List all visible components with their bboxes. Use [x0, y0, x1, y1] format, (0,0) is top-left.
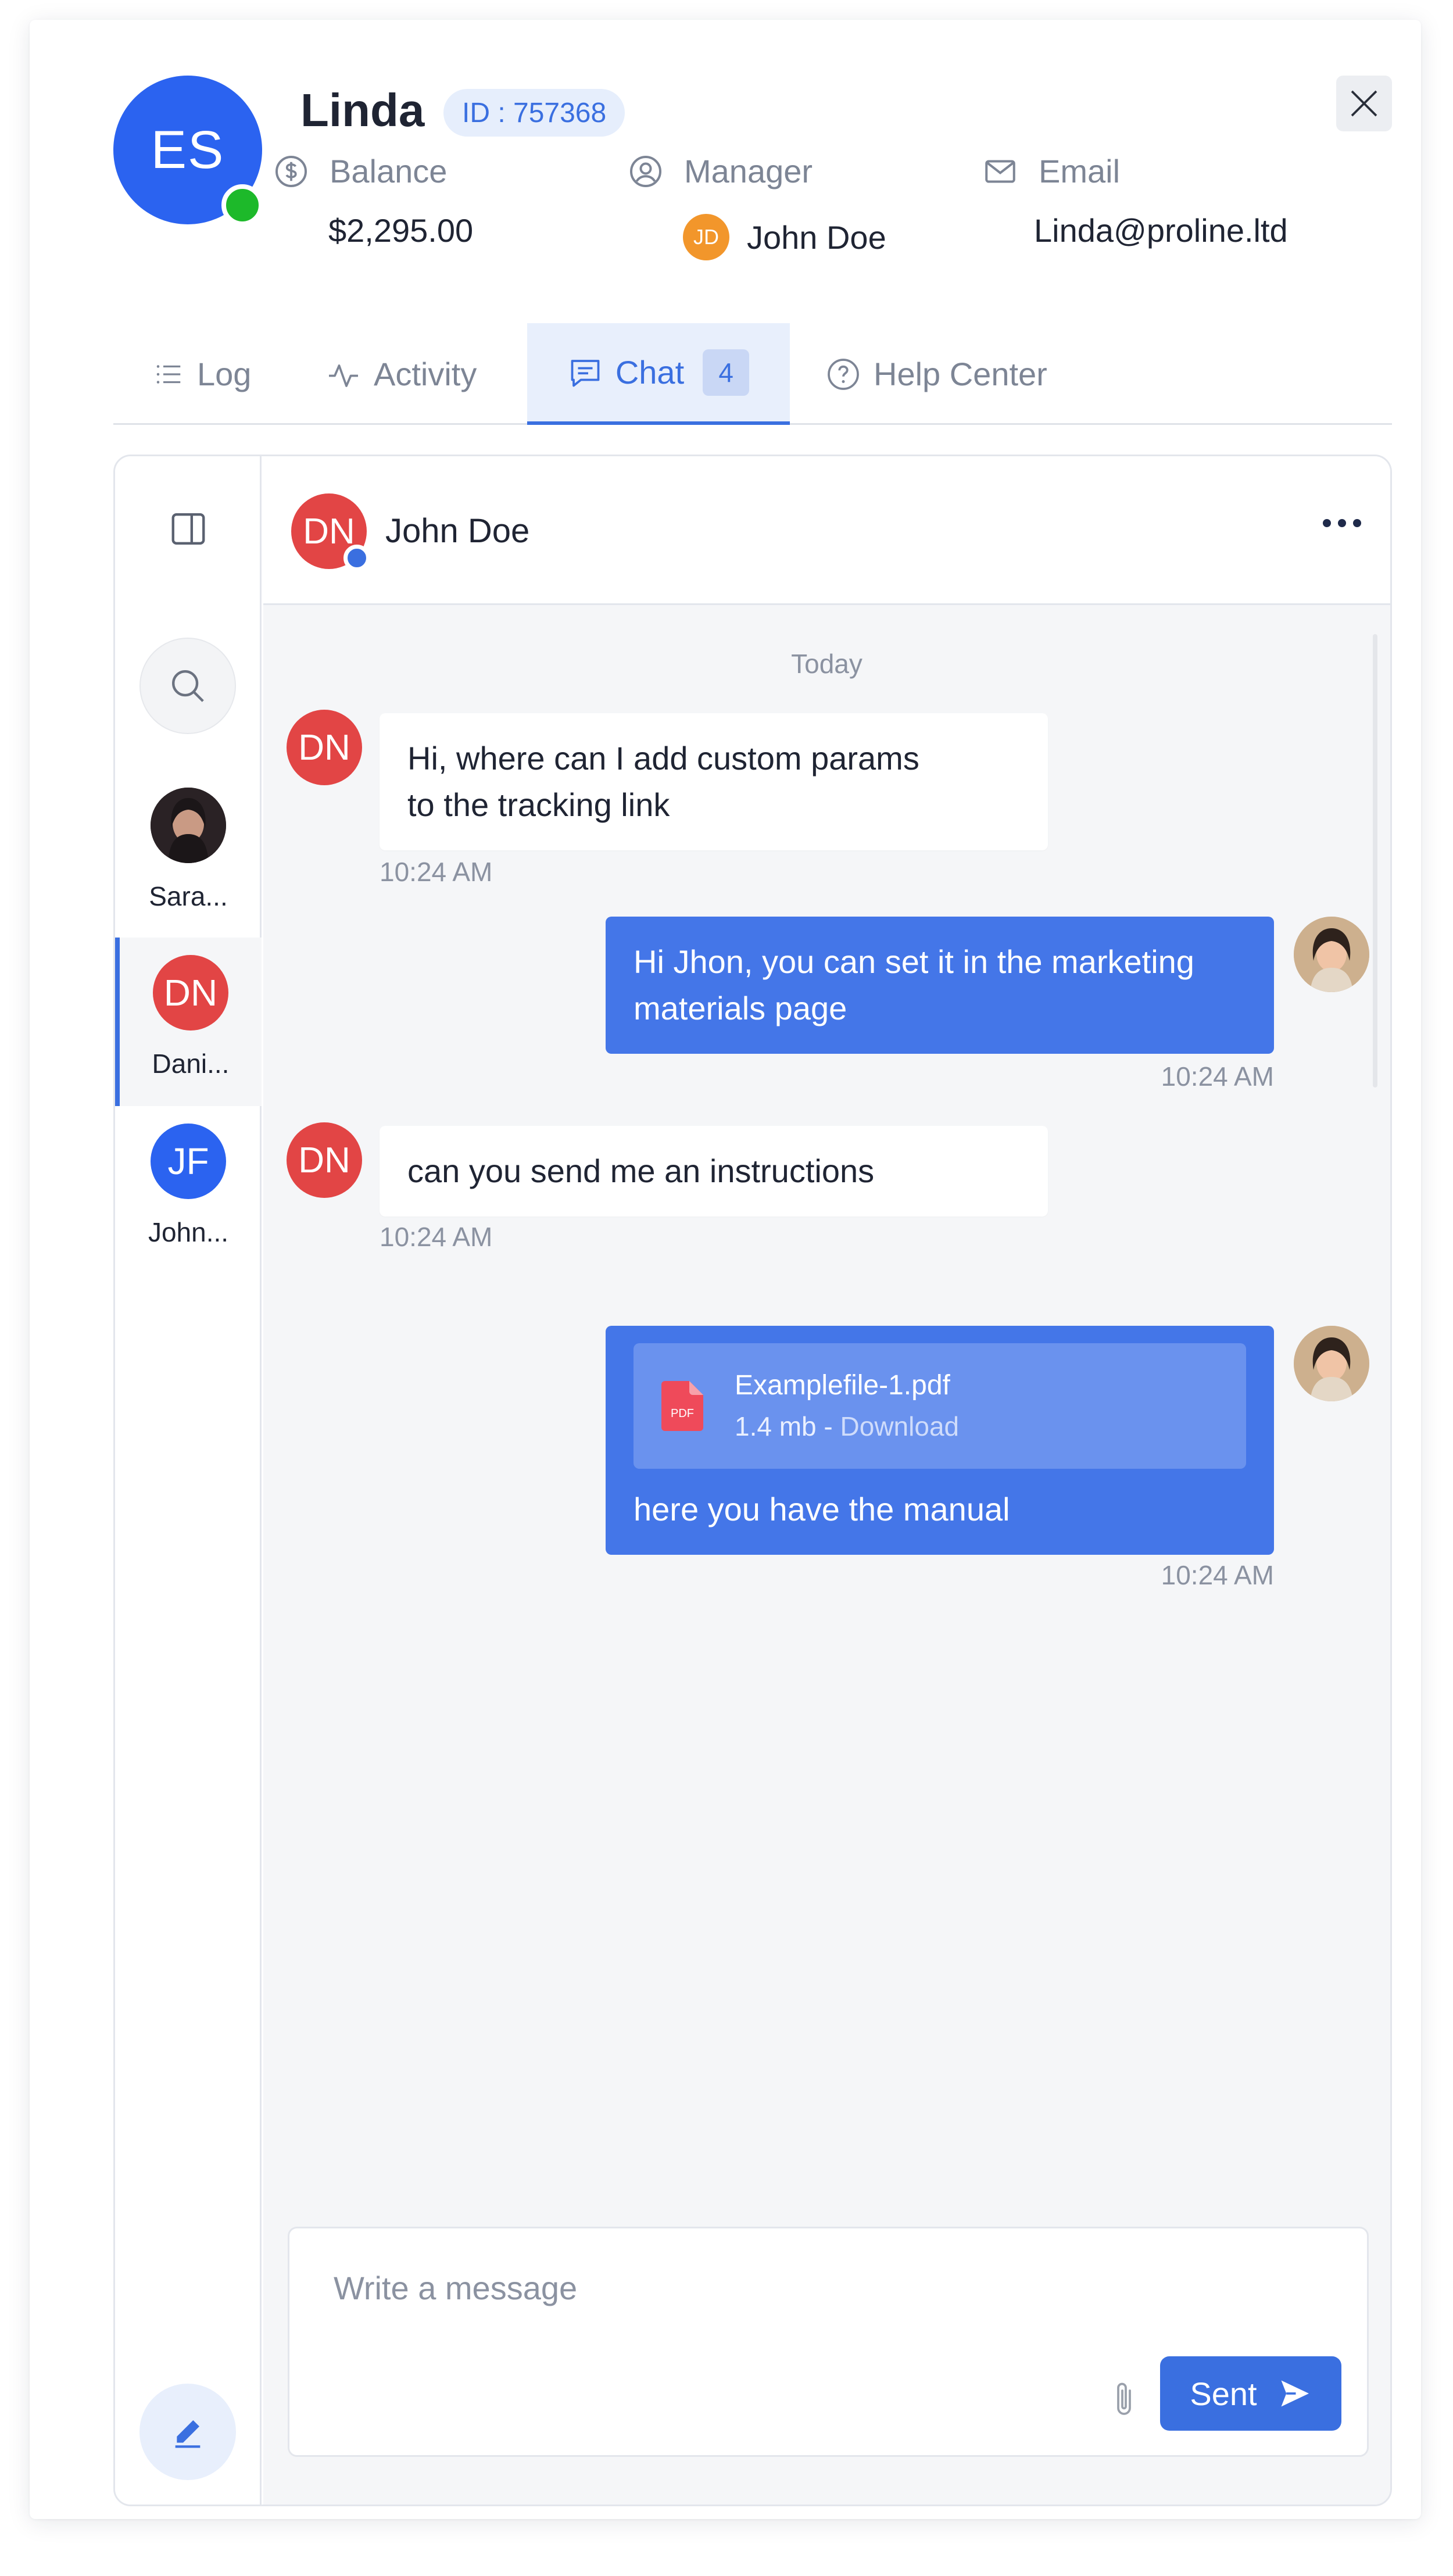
manager-name: John Doe	[747, 219, 886, 256]
message-text: Hi Jhon, you can set it in the marketing	[634, 943, 1194, 980]
message-input[interactable]	[334, 2269, 1147, 2307]
tab-help-center[interactable]: Help Center	[826, 323, 1047, 425]
manager-label: Manager	[684, 153, 813, 189]
attach-button[interactable]	[1107, 2378, 1141, 2423]
day-separator: Today	[791, 649, 863, 679]
manager-label-row: Manager	[628, 152, 813, 190]
agent-photo-avatar	[1294, 917, 1369, 992]
message-bubble-outgoing: Hi Jhon, you can set it in the marketing…	[606, 917, 1274, 1054]
pencil-icon	[175, 2420, 201, 2448]
toggle-sidebar-button[interactable]	[115, 509, 262, 549]
message-avatar: DN	[287, 710, 362, 785]
contact-item-john[interactable]: JF John...	[115, 1106, 262, 1275]
contact-item-sara[interactable]: Sara...	[115, 770, 262, 939]
dollar-circle-icon	[275, 155, 307, 187]
mail-icon	[985, 160, 1015, 183]
balance-value: $2,295.00	[328, 212, 474, 249]
user-id-badge: ID : 757368	[443, 89, 625, 137]
file-attachment[interactable]: PDF Examplefile-1.pdf 1.4 mb - Download	[634, 1343, 1246, 1469]
chat-count-badge: 4	[703, 349, 750, 396]
user-circle-icon	[630, 155, 661, 187]
file-meta-separator: -	[816, 1411, 840, 1441]
more-dot	[1323, 519, 1331, 527]
message-text: to the tracking link	[407, 786, 670, 823]
message-avatar: DN	[287, 1122, 362, 1198]
message-text: materials page	[634, 990, 847, 1026]
tab-activity-label: Activity	[374, 356, 477, 392]
message-bubble-outgoing: PDF Examplefile-1.pdf 1.4 mb - Download …	[606, 1326, 1274, 1555]
sidebar-toggle-icon	[171, 513, 205, 545]
conversation-online-dot	[343, 545, 370, 571]
message-bubble-incoming: can you send me an instructions	[380, 1126, 1048, 1217]
message-composer: Sent	[288, 2227, 1369, 2457]
user-avatar-initials: ES	[151, 120, 225, 180]
tab-activity[interactable]: Activity	[326, 323, 477, 425]
manager-value: JD John Doe	[683, 214, 886, 260]
manager-avatar: JD	[683, 214, 729, 260]
contact-photo-avatar	[151, 788, 226, 863]
contact-item-dani[interactable]: DN Dani...	[115, 938, 262, 1106]
contact-name: John...	[148, 1217, 229, 1247]
message-text: can you send me an instructions	[407, 1153, 875, 1189]
contact-name: Sara...	[149, 881, 228, 911]
profile-tabs: Log Activity Chat 4 Help Center	[113, 323, 1392, 425]
contact-avatar: DN	[153, 955, 228, 1031]
more-dot	[1338, 519, 1346, 527]
pdf-file-icon: PDF	[661, 1381, 703, 1431]
chat-panel: Sara... DN Dani... JF John... DN John Do…	[113, 455, 1392, 2506]
search-icon	[172, 670, 204, 702]
conversation-area: DN John Doe Today DN Hi, where can I add…	[263, 456, 1390, 2505]
tab-help-center-label: Help Center	[874, 356, 1047, 392]
online-status-dot	[221, 184, 263, 226]
tab-log-label: Log	[197, 356, 252, 392]
message-text: Hi, where can I add custom params	[407, 740, 919, 777]
file-meta: 1.4 mb - Download	[735, 1406, 959, 1447]
more-dot	[1353, 519, 1361, 527]
user-profile-panel: ES Linda ID : 757368 Balance $2,295.00 M…	[30, 20, 1421, 2519]
search-contacts-button[interactable]	[139, 638, 236, 734]
list-icon	[156, 364, 181, 384]
agent-photo-avatar	[1294, 1326, 1369, 1401]
send-button-label: Sent	[1190, 2375, 1257, 2412]
balance-label: Balance	[330, 153, 448, 189]
message-time: 10:24 AM	[380, 1222, 493, 1252]
email-label-row: Email	[983, 152, 1120, 190]
message-time: 10:24 AM	[1161, 1061, 1274, 1092]
new-chat-button[interactable]	[139, 2384, 236, 2480]
help-icon	[828, 358, 859, 390]
tab-log[interactable]: Log	[153, 323, 251, 425]
contacts-rail: Sara... DN Dani... JF John...	[115, 456, 262, 2505]
tab-chat-label: Chat	[615, 354, 685, 391]
message-time: 10:24 AM	[380, 857, 493, 887]
messages-scrollbar[interactable]	[1373, 634, 1377, 1087]
tab-chat[interactable]: Chat 4	[527, 323, 790, 425]
conversation-name: John Doe	[385, 512, 530, 550]
paperclip-icon	[1117, 2382, 1131, 2415]
send-button[interactable]: Sent	[1160, 2356, 1341, 2431]
user-name: Linda	[300, 84, 425, 136]
chat-icon	[571, 359, 600, 387]
pdf-label: PDF	[671, 1407, 694, 1420]
activity-icon	[329, 364, 358, 387]
download-link[interactable]: Download	[840, 1411, 960, 1441]
balance-label-row: Balance	[274, 152, 447, 190]
contact-name: Dani...	[152, 1049, 230, 1079]
message-text: here you have the manual	[634, 1491, 1010, 1527]
close-button[interactable]	[1336, 76, 1392, 131]
message-bubble-incoming: Hi, where can I add custom params to the…	[380, 713, 1048, 850]
message-time: 10:24 AM	[1161, 1560, 1274, 1590]
more-options-button[interactable]	[1323, 519, 1361, 527]
contact-avatar: JF	[151, 1124, 226, 1199]
send-icon	[1281, 2380, 1309, 2407]
file-size: 1.4 mb	[735, 1411, 817, 1441]
email-value[interactable]: Linda@proline.ltd	[1034, 212, 1288, 249]
email-label: Email	[1039, 153, 1121, 189]
close-icon	[1351, 90, 1377, 117]
conversation-header: DN John Doe	[263, 456, 1390, 605]
file-name: Examplefile-1.pdf	[735, 1370, 950, 1401]
